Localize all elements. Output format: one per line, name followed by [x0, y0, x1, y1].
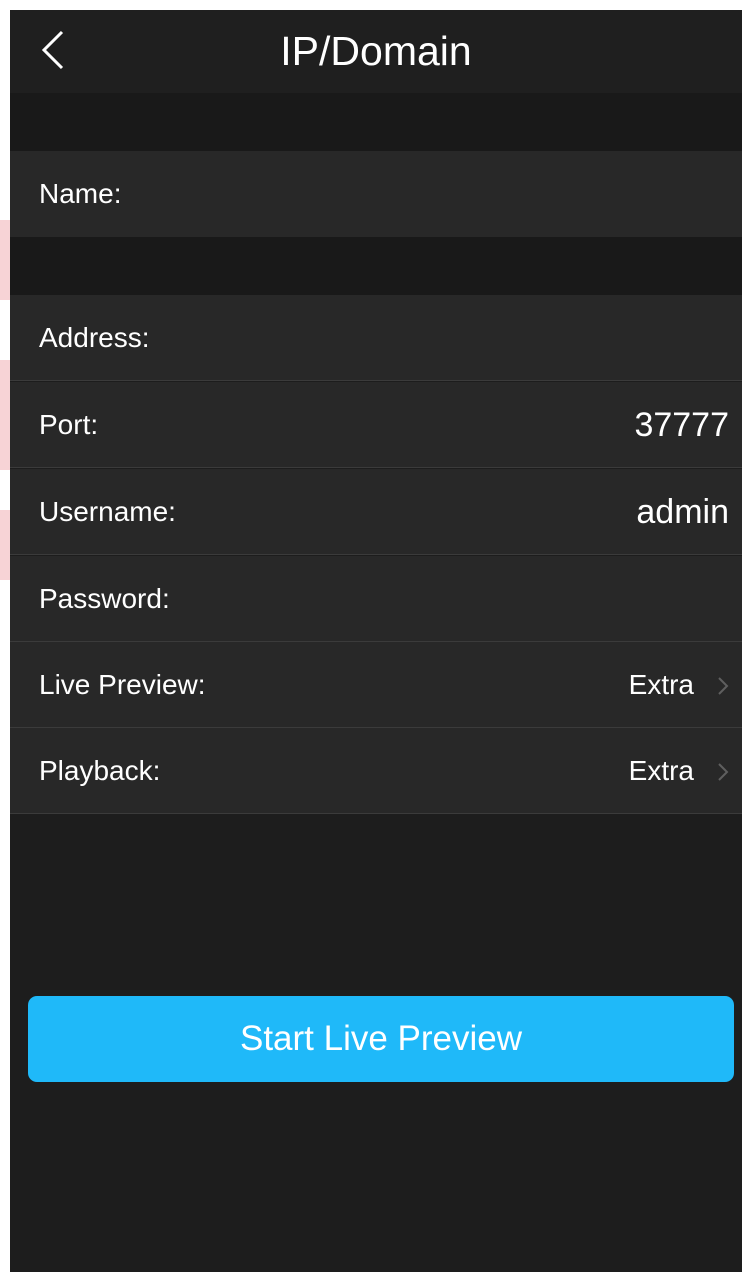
start-live-preview-button[interactable]: Start Live Preview: [28, 996, 734, 1082]
playback-select[interactable]: Playback: Extra: [10, 728, 742, 814]
username-value: admin: [636, 493, 729, 531]
section-spacer: [10, 237, 742, 295]
address-field[interactable]: Address:: [10, 295, 742, 381]
name-field[interactable]: Name:: [10, 151, 742, 237]
password-label: Password:: [39, 583, 170, 614]
playback-value: Extra: [628, 755, 694, 786]
live-preview-select[interactable]: Live Preview: Extra: [10, 642, 742, 728]
live-preview-label: Live Preview:: [39, 669, 206, 700]
app-screen: IP/Domain Name: Address: Port: 37777 Use…: [10, 10, 742, 1272]
username-field[interactable]: Username: admin: [10, 469, 742, 555]
edge-decoration: [0, 510, 10, 580]
username-label: Username:: [39, 496, 176, 527]
port-field[interactable]: Port: 37777: [10, 382, 742, 468]
page-title: IP/Domain: [280, 28, 472, 74]
port-label: Port:: [39, 409, 99, 440]
live-preview-value: Extra: [628, 669, 694, 700]
playback-label: Playback:: [39, 755, 161, 786]
name-label: Name:: [39, 178, 122, 209]
top-bar: IP/Domain: [10, 10, 742, 93]
chevron-right-icon: [718, 677, 729, 695]
port-value: 37777: [634, 406, 729, 444]
address-label: Address:: [39, 322, 150, 353]
chevron-right-icon: [718, 763, 729, 781]
password-field[interactable]: Password:: [10, 556, 742, 642]
section-spacer: [10, 93, 742, 151]
edge-decoration: [0, 360, 10, 470]
edge-decoration: [0, 220, 10, 300]
